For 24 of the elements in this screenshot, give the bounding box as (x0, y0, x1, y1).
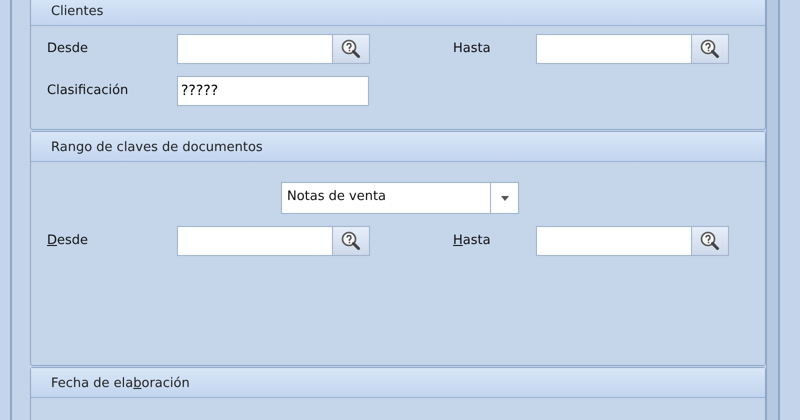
lookup-button[interactable] (692, 226, 729, 256)
input-field[interactable] (177, 226, 333, 256)
input-field[interactable] (536, 34, 692, 64)
group-title: Rango de claves de documentos (51, 140, 263, 155)
lookup-button[interactable] (333, 34, 370, 64)
lookup-button[interactable] (692, 34, 729, 64)
field-label: Desde (47, 232, 90, 250)
search-icon (699, 230, 721, 252)
dropdown-field[interactable]: Notas de venta (281, 182, 491, 214)
dropdown-button[interactable] (491, 182, 519, 214)
input-field[interactable] (536, 226, 692, 256)
search-icon (699, 38, 721, 60)
search-icon (340, 38, 362, 60)
group-title: Fecha de elaboración (51, 376, 190, 391)
field-label: Hasta (453, 232, 492, 250)
field-label: Desde (47, 40, 90, 58)
group-title: Clientes (51, 4, 104, 19)
field-label: Clasificación (47, 82, 130, 100)
input-field[interactable]: ????? (177, 76, 369, 106)
search-icon (340, 230, 362, 252)
field-label: Hasta (453, 40, 492, 58)
caret-icon (500, 196, 508, 200)
input-field[interactable] (177, 34, 333, 64)
lookup-button[interactable] (333, 226, 370, 256)
